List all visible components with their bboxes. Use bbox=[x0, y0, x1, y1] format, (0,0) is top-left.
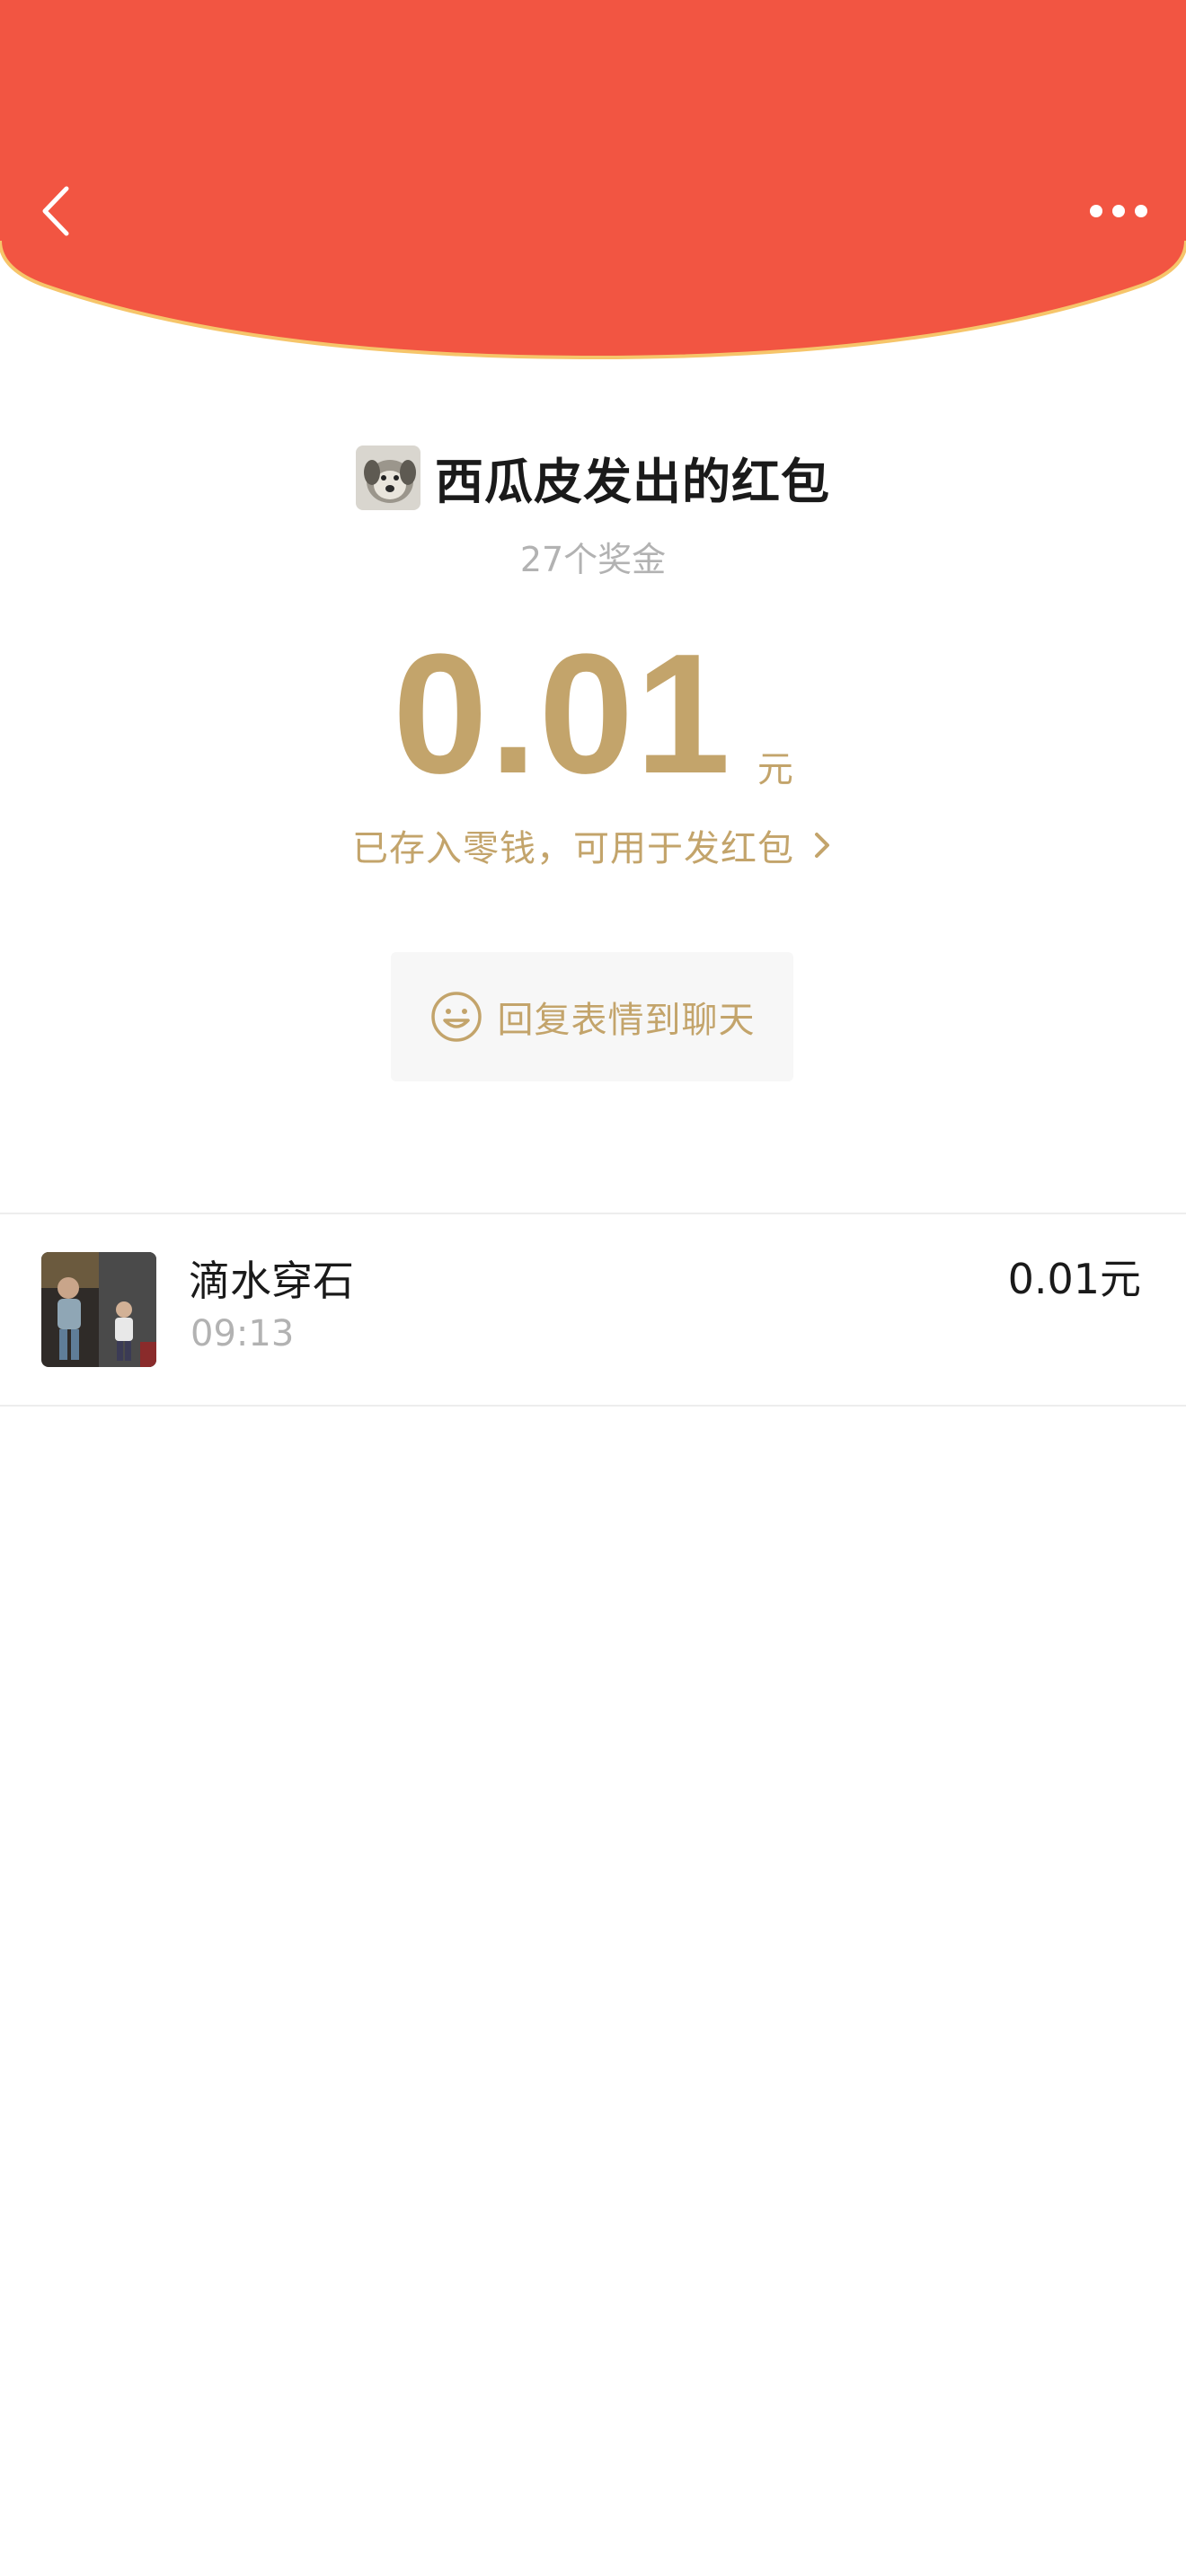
receiver-photo-avatar bbox=[41, 1252, 156, 1367]
stored-to-balance-link[interactable]: 已存入零钱，可用于发红包 bbox=[0, 819, 1186, 871]
red-packet-detail-page: 西瓜皮发出的红包 27个奖金 0.01 元 已存入零钱，可用于发红包 回复表情到… bbox=[0, 0, 1186, 2576]
back-button[interactable] bbox=[27, 171, 90, 251]
sender-avatar[interactable] bbox=[356, 445, 420, 510]
stored-to-balance-text: 已存入零钱，可用于发红包 bbox=[352, 828, 794, 869]
red-packet-header bbox=[0, 0, 1186, 368]
chevron-left-icon bbox=[42, 186, 69, 236]
amount-unit: 元 bbox=[757, 749, 793, 790]
receiver-list-item[interactable]: 滴水穿石 09:13 0.01元 bbox=[0, 1214, 1186, 1405]
more-dots-icon bbox=[1090, 205, 1147, 217]
bonus-count-label: 27个奖金 bbox=[519, 540, 667, 579]
more-button[interactable] bbox=[1078, 180, 1159, 243]
smiley-icon bbox=[430, 992, 482, 1042]
reply-sticker-button[interactable]: 回复表情到聊天 bbox=[391, 952, 793, 1081]
receiver-avatar[interactable] bbox=[41, 1252, 156, 1367]
amount-value: 0.01 bbox=[393, 619, 732, 809]
chevron-right-icon bbox=[815, 833, 829, 858]
amount-row: 0.01 元 bbox=[0, 629, 1186, 799]
list-bottom-divider bbox=[0, 1405, 1186, 1407]
receiver-amount: 0.01元 bbox=[1007, 1255, 1141, 1303]
reply-sticker-label: 回复表情到聊天 bbox=[497, 1000, 756, 1041]
header-background bbox=[0, 0, 1186, 360]
sender-title: 西瓜皮发出的红包 bbox=[435, 454, 830, 510]
dog-avatar-icon bbox=[356, 445, 420, 510]
receiver-time: 09:13 bbox=[190, 1313, 295, 1354]
sender-row: 西瓜皮发出的红包 bbox=[0, 442, 1186, 513]
receiver-name: 滴水穿石 bbox=[189, 1257, 354, 1305]
